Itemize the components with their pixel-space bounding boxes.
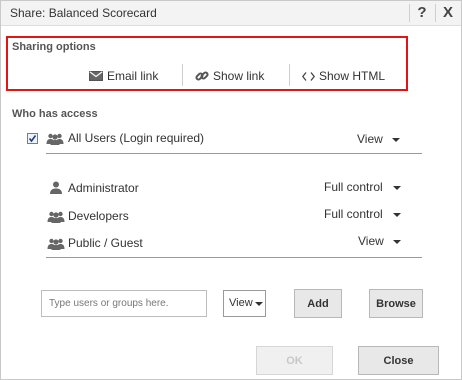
new-permission-select[interactable]: View xyxy=(223,290,266,317)
who-has-access-heading: Who has access xyxy=(12,108,98,120)
action-divider xyxy=(289,64,290,86)
checkmark-icon xyxy=(28,135,37,143)
new-permission-value: View xyxy=(229,297,253,309)
entry-permission[interactable]: Full control xyxy=(324,207,383,221)
close-x-button[interactable]: X xyxy=(439,3,457,23)
share-dialog: Share: Balanced Scorecard ? X Sharing op… xyxy=(0,0,462,380)
entry-name: Developers xyxy=(68,209,129,223)
action-divider xyxy=(182,64,183,86)
add-button[interactable]: Add xyxy=(294,289,342,318)
divider xyxy=(46,257,422,258)
chevron-down-icon xyxy=(255,302,263,306)
email-link-button[interactable]: Email link xyxy=(89,67,158,85)
show-link-button[interactable]: Show link xyxy=(195,67,264,85)
all-users-checkbox[interactable] xyxy=(27,133,38,144)
close-button[interactable]: Close xyxy=(358,346,439,375)
show-html-button[interactable]: Show HTML xyxy=(302,67,385,85)
group-icon xyxy=(47,237,65,255)
entry-name: Public / Guest xyxy=(68,236,143,250)
entry-permission[interactable]: View xyxy=(358,234,384,248)
dialog-title: Share: Balanced Scorecard xyxy=(10,6,157,20)
browse-button[interactable]: Browse xyxy=(369,289,423,318)
show-link-label: Show link xyxy=(213,69,265,83)
user-icon xyxy=(49,181,63,199)
chevron-down-icon[interactable] xyxy=(393,186,401,190)
chevron-down-icon[interactable] xyxy=(392,138,400,142)
all-users-row: All Users (Login required) View xyxy=(27,129,422,149)
group-icon xyxy=(46,132,64,150)
chevron-down-icon[interactable] xyxy=(393,240,401,244)
divider xyxy=(46,153,422,154)
chain-link-icon xyxy=(195,69,209,83)
titlebar-divider xyxy=(409,4,410,22)
help-button[interactable]: ? xyxy=(413,3,431,23)
group-icon xyxy=(47,210,65,228)
all-users-label: All Users (Login required) xyxy=(68,131,205,145)
dialog-titlebar: Share: Balanced Scorecard ? X xyxy=(1,1,461,26)
entry-name: Administrator xyxy=(68,181,139,195)
ok-button[interactable]: OK xyxy=(256,346,333,375)
entry-permission[interactable]: Full control xyxy=(324,180,383,194)
chevron-down-icon[interactable] xyxy=(393,213,401,217)
sharing-options-heading: Sharing options xyxy=(12,41,96,53)
email-link-label: Email link xyxy=(107,69,159,83)
titlebar-divider xyxy=(435,4,436,22)
code-brackets-icon xyxy=(302,71,315,81)
envelope-icon xyxy=(89,71,103,81)
show-html-label: Show HTML xyxy=(319,69,386,83)
all-users-permission[interactable]: View xyxy=(357,132,383,146)
user-group-search-input[interactable] xyxy=(41,290,207,317)
